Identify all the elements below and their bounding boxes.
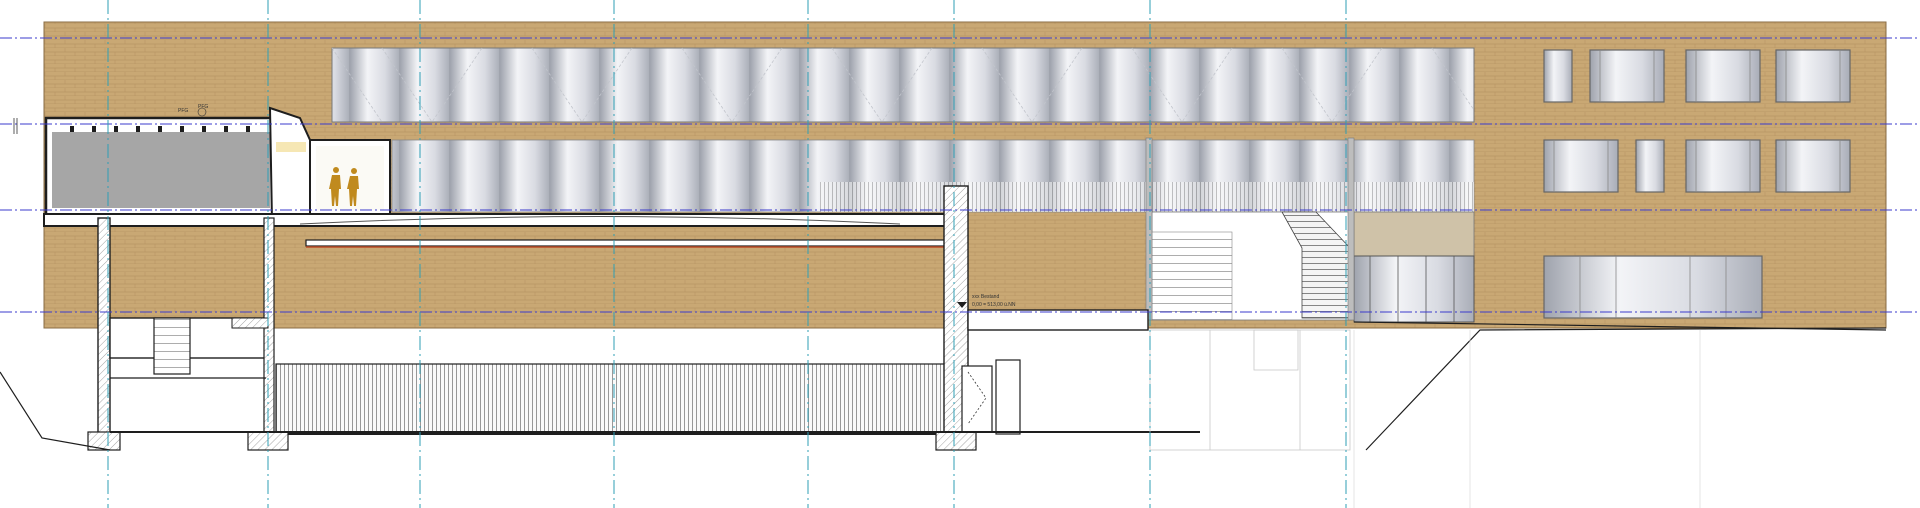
door-section [961, 365, 993, 433]
stair-treads [1151, 231, 1233, 321]
ledge-section [231, 317, 269, 329]
level-title: xxx Bestand [972, 294, 999, 300]
roof-tag: PFG [178, 108, 188, 114]
roof-room-interior [52, 132, 270, 208]
inner-wall-section [263, 217, 275, 447]
ground-slab-right [967, 309, 1149, 331]
column [1347, 137, 1355, 321]
main-roof-slab [43, 213, 961, 227]
ghost-vertical-lines [1353, 330, 1701, 508]
drawing-canvas: PFG PFG xxx Bestand 0,00 = 513,00 ü.NN [0, 0, 1920, 508]
roof-tower-section [268, 106, 311, 223]
level-value: 0,00 = 513,00 ü.NN [972, 302, 1016, 308]
ceiling-slab [305, 239, 963, 247]
side-room-section [995, 359, 1021, 435]
upper-glazing-band [331, 47, 1475, 123]
column [1145, 137, 1153, 321]
roof-tower-light [276, 142, 306, 152]
section-marker-icon [13, 118, 18, 134]
left-stair-section [153, 317, 191, 375]
entrance-canopy [1353, 211, 1475, 257]
hall-louver-wall [275, 363, 953, 435]
architectural-section-elevation: PFG PFG xxx Bestand 0,00 = 513,00 ü.NN [0, 0, 1920, 508]
